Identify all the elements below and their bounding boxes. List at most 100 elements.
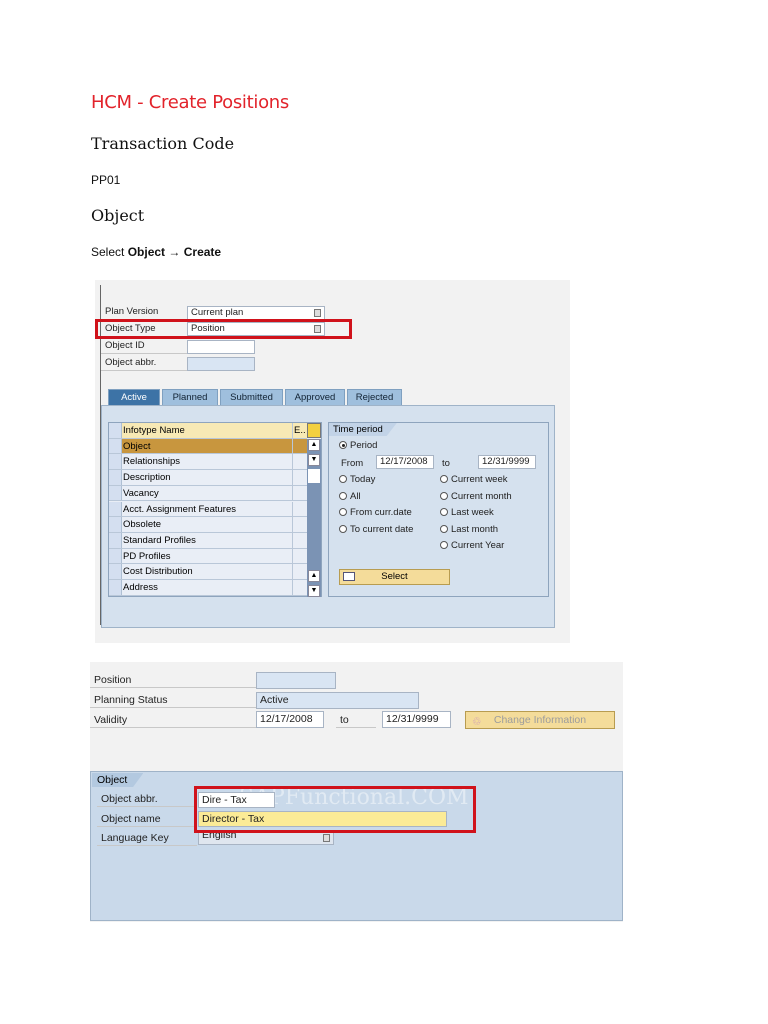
- infotype-name: Description: [123, 472, 171, 484]
- infotype-name: Acct. Assignment Features: [123, 503, 236, 515]
- object-tab[interactable]: Object: [92, 773, 144, 787]
- valid-from-field[interactable]: 12/17/2008: [256, 711, 324, 728]
- table-row[interactable]: Obsolete: [109, 517, 307, 533]
- table-row[interactable]: Relationships: [109, 454, 307, 471]
- select-button-label: Select: [381, 571, 408, 582]
- scroll-up-icon[interactable]: ▲: [308, 570, 320, 582]
- radio-label: Current month: [451, 490, 512, 502]
- radio-option[interactable]: Current week: [440, 474, 508, 485]
- infotype-name: Cost Distribution: [123, 566, 193, 578]
- table-row[interactable]: Vacancy: [109, 485, 307, 502]
- tab-rejected[interactable]: Rejected: [347, 389, 402, 405]
- infotype-name: PD Profiles: [123, 550, 171, 562]
- row-selector[interactable]: [109, 454, 122, 470]
- from-label: From: [341, 458, 364, 469]
- scroll-down-icon[interactable]: ▼: [308, 454, 320, 466]
- screenshot-object-details: Position Planning Status Active Validity…: [90, 662, 623, 922]
- table-settings-icon[interactable]: [307, 423, 321, 438]
- tab-panel: Infotype Name E.. Object Relationships Des…: [101, 405, 555, 628]
- from-date-field[interactable]: 12/17/2008: [376, 455, 434, 469]
- to-date-field[interactable]: 12/31/9999: [478, 455, 536, 469]
- highlight-box: [194, 786, 476, 833]
- column-header-e[interactable]: E..: [292, 423, 307, 438]
- radio-label: To current date: [350, 523, 414, 535]
- valid-to-field[interactable]: 12/31/9999: [382, 711, 451, 728]
- scroll-up-icon[interactable]: ▲: [308, 439, 320, 451]
- infotype-name: Obsolete: [123, 519, 162, 531]
- tab-submitted[interactable]: Submitted: [220, 389, 283, 405]
- radio-label: Period: [350, 440, 378, 451]
- e-cell: [292, 580, 307, 595]
- radio-option[interactable]: Today: [339, 474, 375, 485]
- radio-option[interactable]: To current date: [339, 524, 413, 535]
- radio-option[interactable]: Last month: [440, 524, 498, 535]
- planning-status-label: Planning Status: [90, 693, 256, 708]
- object-abbr-label: Object abbr.: [97, 792, 197, 807]
- position-field[interactable]: [256, 672, 336, 689]
- row-selector[interactable]: [109, 470, 122, 485]
- planning-status-field: Active: [256, 692, 419, 709]
- language-key-field[interactable]: English: [198, 831, 334, 845]
- to-label: to: [442, 458, 450, 469]
- e-cell: [292, 501, 307, 517]
- page-title: HCM - Create Positions: [91, 92, 289, 113]
- e-cell: [292, 532, 307, 548]
- radio-option[interactable]: From curr.date: [339, 507, 412, 518]
- e-cell: [292, 470, 307, 485]
- dropdown-icon[interactable]: [314, 309, 321, 317]
- screenshot-create-object: Plan Version Current plan Object Type Po…: [95, 280, 570, 643]
- e-cell: [292, 485, 307, 501]
- radio-option[interactable]: Current month: [440, 491, 512, 502]
- scroll-thumb[interactable]: [308, 469, 320, 483]
- infotype-name: Standard Profiles: [123, 534, 196, 546]
- instruction-text: Select: [91, 245, 125, 259]
- plan-version-value: Current plan: [191, 307, 244, 318]
- row-selector[interactable]: [109, 532, 122, 548]
- row-selector[interactable]: [109, 564, 122, 579]
- tab-planned[interactable]: Planned: [162, 389, 218, 405]
- row-selector[interactable]: [109, 485, 122, 501]
- column-header-infotype-name[interactable]: Infotype Name: [123, 423, 185, 438]
- table-row[interactable]: Cost Distribution: [109, 564, 307, 580]
- radio-option[interactable]: All: [339, 491, 361, 502]
- table-row[interactable]: Standard Profiles: [109, 532, 307, 549]
- row-selector[interactable]: [109, 501, 122, 517]
- object-id-label: Object ID: [101, 339, 187, 354]
- instruction: Select Object → Create: [91, 245, 221, 259]
- language-key-label: Language Key: [97, 831, 197, 846]
- row-selector[interactable]: [109, 438, 122, 454]
- object-id-field[interactable]: [187, 340, 255, 354]
- infotype-name: Vacancy: [123, 487, 159, 499]
- object-abbr-field[interactable]: [187, 357, 255, 371]
- e-cell: [292, 548, 307, 564]
- section-heading: Transaction Code: [91, 134, 235, 153]
- radio-label: Current week: [451, 474, 508, 485]
- table-row[interactable]: Acct. Assignment Features: [109, 501, 307, 518]
- tab-approved[interactable]: Approved: [285, 389, 345, 405]
- row-selector[interactable]: [109, 548, 122, 564]
- e-cell: [292, 438, 307, 454]
- plan-version-field[interactable]: Current plan: [187, 306, 325, 320]
- table-row[interactable]: Address: [109, 580, 307, 596]
- table-row[interactable]: Description: [109, 470, 307, 486]
- object-abbr-label: Object abbr.: [101, 356, 187, 371]
- position-label: Position: [90, 673, 256, 688]
- radio-label: All: [350, 490, 361, 502]
- radio-period[interactable]: Period: [339, 440, 377, 451]
- row-selector[interactable]: [109, 580, 122, 595]
- tab-active[interactable]: Active: [108, 389, 160, 405]
- row-selector[interactable]: [109, 517, 122, 532]
- radio-option[interactable]: Current Year: [440, 540, 504, 551]
- radio-option[interactable]: Last week: [440, 507, 494, 518]
- time-period-title: Time period: [329, 423, 397, 436]
- select-all-cell: [109, 423, 122, 438]
- change-information-button[interactable]: ♲ Change Information: [465, 711, 615, 729]
- radio-label: From curr.date: [350, 507, 412, 518]
- table-row[interactable]: Object: [109, 438, 307, 455]
- dropdown-icon[interactable]: [323, 834, 330, 842]
- section-heading: Object: [91, 206, 145, 225]
- table-row[interactable]: PD Profiles: [109, 548, 307, 565]
- select-button[interactable]: Select: [339, 569, 450, 585]
- scroll-down-icon[interactable]: ▼: [308, 585, 320, 597]
- transaction-code: PP01: [91, 173, 121, 187]
